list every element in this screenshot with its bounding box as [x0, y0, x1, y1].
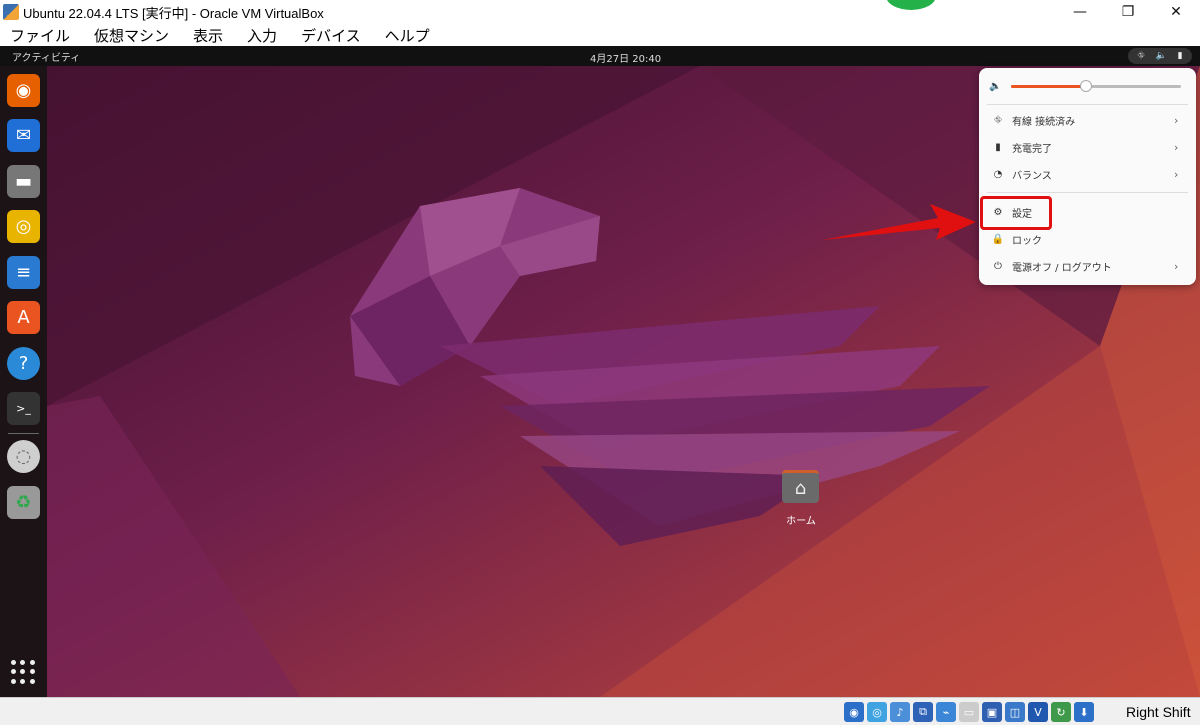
home-folder-label: ホーム [786, 516, 816, 527]
dock-glyph: ◌ [15, 446, 32, 467]
annotation-arrow [822, 204, 976, 240]
menu-view[interactable]: 表示 [193, 25, 223, 46]
battery-icon: ▮ [995, 141, 1001, 153]
terminal-icon[interactable]: >_ [7, 392, 40, 425]
menu-item-label: 充電完了 [1012, 143, 1052, 155]
menu-item-power-off[interactable]: ⏻ 電源オフ / ログアウト › [987, 254, 1188, 278]
menu-item-label: 電源オフ / ログアウト [1012, 262, 1112, 274]
volume-slider[interactable] [1011, 79, 1181, 92]
settings-highlight-box [980, 196, 1052, 230]
dock-separator [8, 433, 39, 434]
chevron-right-icon: › [1174, 167, 1179, 181]
audio-icon[interactable]: ♪ [890, 702, 910, 722]
menu-file[interactable]: ファイル [10, 25, 70, 46]
files-icon[interactable]: ▬ [7, 165, 40, 198]
menu-item-power-profile[interactable]: ◔ バランス › [987, 162, 1188, 186]
menu-separator [987, 192, 1188, 193]
optical-disc-icon[interactable]: ◌ [7, 440, 40, 473]
menu-item-battery[interactable]: ▮ 充電完了 › [987, 135, 1188, 159]
hdd-activity-icon[interactable]: ◉ [844, 702, 864, 722]
menu-devices[interactable]: デバイス [301, 25, 361, 46]
keyboard-capture-icon[interactable]: ⬇ [1074, 702, 1094, 722]
display-icon[interactable]: ▣ [982, 702, 1002, 722]
dock-glyph: ▬ [14, 171, 32, 192]
guest-screen: アクティビティ 4月27日 20:40 ⛗ 🔈 ▮ ◉ ✉ ▬ ◎ ≡ A ? … [0, 46, 1200, 697]
menu-help[interactable]: ヘルプ [385, 25, 430, 46]
volume-icon: 🔈 [989, 80, 1002, 92]
volume-row: 🔈 [989, 78, 1185, 94]
host-key-label: Right Shift [1126, 704, 1191, 720]
optical-drive-icon[interactable]: ◎ [867, 702, 887, 722]
activities-button[interactable]: アクティビティ [12, 49, 80, 64]
mouse-integration-icon[interactable]: ↻ [1051, 702, 1071, 722]
show-apps-icon[interactable] [11, 660, 35, 684]
menu-item-label: 有線 接続済み [1012, 116, 1076, 128]
volume-icon: 🔈 [1155, 51, 1167, 61]
libreoffice-writer-icon[interactable]: ≡ [7, 256, 40, 289]
dock-glyph: A [17, 307, 30, 328]
usb-icon[interactable]: ⌁ [936, 702, 956, 722]
minimize-button[interactable]: — [1056, 0, 1104, 24]
chevron-right-icon: › [1174, 259, 1179, 273]
virtualization-icon[interactable]: V [1028, 702, 1048, 722]
chevron-right-icon: › [1174, 140, 1179, 154]
power-profile-icon: ◔ [993, 168, 1003, 180]
dock-glyph: ◎ [15, 216, 32, 237]
green-status-dot [886, 0, 936, 10]
menu-item-label: ロック [1012, 235, 1042, 247]
gnome-topbar: アクティビティ 4月27日 20:40 ⛗ 🔈 ▮ [0, 46, 1200, 66]
window-title: Ubuntu 22.04.4 LTS [実行中] - Oracle VM Vir… [23, 5, 324, 21]
system-menu: 🔈 ⛗ 有線 接続済み › ▮ 充電完了 › ◔ バランス › ⚙ 設定 🔒 ロ… [979, 68, 1196, 285]
dock-glyph: ✉ [15, 125, 32, 146]
help-icon[interactable]: ? [7, 347, 40, 380]
lock-icon: 🔒 [991, 233, 1005, 245]
app-center-icon[interactable]: A [7, 301, 40, 334]
power-icon: ⏻ [994, 260, 1002, 272]
virtualbox-app-icon [3, 4, 19, 20]
home-folder-icon[interactable]: ⌂ [782, 470, 819, 503]
recording-icon[interactable]: ◫ [1005, 702, 1025, 722]
system-tray[interactable]: ⛗ 🔈 ▮ [1128, 48, 1192, 64]
network-adapter-icon[interactable]: ⧉ [913, 702, 933, 722]
volume-slider-knob[interactable] [1079, 79, 1092, 92]
menu-item-lock[interactable]: 🔒 ロック [987, 227, 1188, 251]
dock-glyph: >_ [16, 402, 31, 415]
battery-icon: ▮ [1177, 51, 1183, 61]
window-controls: — ❐ ✕ [1056, 0, 1200, 24]
dock-glyph: ≡ [15, 262, 32, 283]
network-icon: ⛗ [994, 114, 1002, 126]
menu-separator [987, 104, 1188, 105]
dock: ◉ ✉ ▬ ◎ ≡ A ? >_ ◌ ♻ [0, 66, 47, 697]
menu-machine[interactable]: 仮想マシン [94, 25, 169, 46]
window-titlebar: Ubuntu 22.04.4 LTS [実行中] - Oracle VM Vir… [0, 0, 1200, 24]
trash-icon[interactable]: ♻ [7, 486, 40, 519]
statusbar-icons: ◉ ◎ ♪ ⧉ ⌁ ▭ ▣ ◫ V ↻ ⬇ [844, 702, 1094, 722]
rhythmbox-icon[interactable]: ◎ [7, 210, 40, 243]
close-button[interactable]: ✕ [1152, 0, 1200, 24]
firefox-icon[interactable]: ◉ [7, 74, 40, 107]
thunderbird-icon[interactable]: ✉ [7, 119, 40, 152]
menu-input[interactable]: 入力 [247, 25, 277, 46]
dock-glyph: ? [18, 353, 29, 374]
network-icon: ⛗ [1137, 51, 1145, 61]
menu-item-label: バランス [1012, 170, 1052, 182]
shared-folders-icon[interactable]: ▭ [959, 702, 979, 722]
clock[interactable]: 4月27日 20:40 [590, 50, 661, 65]
dock-glyph: ◉ [15, 80, 32, 101]
virtualbox-statusbar: ◉ ◎ ♪ ⧉ ⌁ ▭ ▣ ◫ V ↻ ⬇ Right Shift [0, 697, 1200, 725]
dock-glyph: ♻ [15, 492, 32, 513]
virtualbox-menubar: ファイル 仮想マシン 表示 入力 デバイス ヘルプ [0, 24, 1200, 46]
menu-item-wired[interactable]: ⛗ 有線 接続済み › [987, 108, 1188, 132]
volume-slider-fill [1011, 84, 1086, 88]
restore-button[interactable]: ❐ [1104, 0, 1152, 24]
chevron-right-icon: › [1174, 113, 1179, 127]
